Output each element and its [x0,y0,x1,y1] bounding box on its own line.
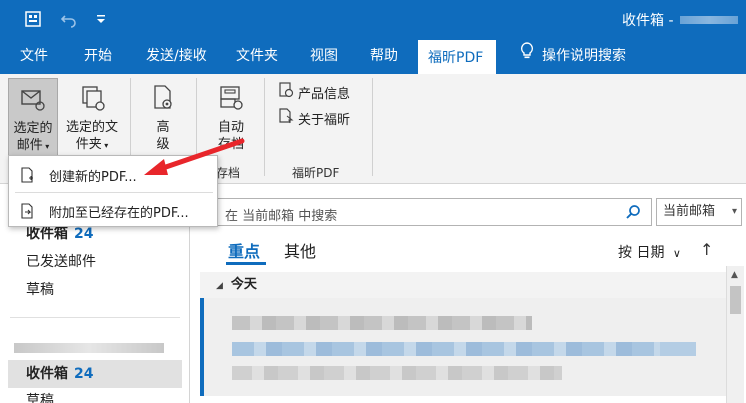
lightbulb-icon [520,38,534,74]
undo-icon[interactable] [58,8,80,30]
sort-direction-arrow-icon[interactable]: ↑ [700,240,713,259]
product-info-button[interactable]: 产品信息 [278,82,350,102]
sort-by-date[interactable]: 按 日期 ∨ [618,242,681,262]
tab-help[interactable]: 帮助 [360,38,408,74]
sender-redacted [232,316,532,330]
chevron-down-icon: ▾ [42,142,50,151]
tell-me-label: 操作说明搜索 [542,48,626,64]
tell-me-search[interactable]: 操作说明搜索 [510,38,636,74]
folder-drafts-favorite[interactable]: 草稿 [26,279,54,299]
tab-foxit-pdf[interactable]: 福昕PDF [418,38,496,74]
about-icon [278,108,294,128]
collapse-triangle-icon: ◢ [216,281,223,291]
sort-label: 按 日期 [618,245,665,261]
folder-label: 收件箱 [26,226,68,242]
product-info-icon [278,82,294,102]
account-name-redacted [680,16,738,24]
scroll-up-icon[interactable]: ▲ [731,270,738,280]
annotation-arrow [144,138,245,175]
folder-pdf-icon [60,84,124,117]
tab-folder[interactable]: 文件夹 [226,38,288,74]
time-redacted [660,342,696,356]
selected-mail-button[interactable]: 选定的 邮件 ▾ [8,78,58,158]
chevron-down-icon: ▾ [101,141,109,150]
tab-send-receive[interactable]: 发送/接收 [136,38,217,74]
search-scope-value: 当前邮箱 [663,204,716,219]
append-document-icon [19,203,35,219]
search-icon[interactable] [625,204,641,224]
message-list-scrollbar[interactable]: ▲ [726,266,744,403]
account-header-redacted[interactable] [14,343,164,353]
folder-label: 已发送邮件 [26,254,96,270]
customize-toolbar-icon[interactable] [90,8,112,30]
folder-label: 草稿 [26,282,54,298]
document-gear-icon [140,84,186,117]
about-label: 关于福昕 [298,112,351,128]
chevron-down-icon: ▾ [731,206,737,217]
subject-redacted [232,342,672,356]
ribbon-tabs: 文件 开始 发送/接收 文件夹 视图 帮助 福昕PDF 操作说明搜索 [0,38,746,74]
menu-item-label: 创建新的PDF... [49,169,137,185]
unread-count: 24 [74,226,94,242]
menu-item-label: 附加至已经存在的PDF... [49,205,189,221]
chevron-down-icon: ∨ [672,247,681,260]
about-foxit-button[interactable]: 关于福昕 [278,108,350,128]
scrollbar-thumb[interactable] [730,286,741,314]
folder-inbox-account[interactable]: 收件箱 24 [26,363,93,383]
menu-item-append-pdf[interactable]: 附加至已经存在的PDF... [9,194,217,228]
folder-sent[interactable]: 已发送邮件 [26,251,96,271]
tab-other[interactable]: 其他 [284,238,316,262]
archive-gear-icon [206,84,256,117]
new-document-icon [19,167,35,183]
folder-drafts-account[interactable]: 草稿 [26,390,54,403]
mail-pdf-icon [9,85,57,118]
active-tab-indicator [226,262,266,265]
app-menu-icon[interactable] [22,8,44,30]
product-info-label: 产品信息 [298,86,351,102]
unread-count: 24 [74,366,94,382]
group-header-today[interactable]: ◢ 今天 [200,272,726,298]
tab-focused[interactable]: 重点 [228,238,260,262]
folder-label: 收件箱 [26,366,68,382]
tab-view[interactable]: 视图 [300,38,348,74]
title-bar: 收件箱 - [0,0,746,38]
ribbon-separator [264,78,265,176]
menu-separator [15,192,213,193]
folder-label: 草稿 [26,393,54,403]
pane-separator [10,317,180,318]
window-title: 收件箱 - [622,13,674,29]
group-label: 今天 [230,277,257,292]
search-placeholder: 在 当前邮箱 中搜索 [225,209,338,224]
preview-redacted [232,366,562,380]
message-item[interactable] [200,298,726,396]
search-box[interactable]: 在 当前邮箱 中搜索 [212,198,652,226]
ribbon-separator [372,78,373,176]
tab-file[interactable]: 文件 [10,38,58,74]
selected-folder-label: 选定的文 件夹 [65,120,118,152]
foxit-group-label: 福昕PDF [292,166,340,180]
search-scope-select[interactable]: 当前邮箱 ▾ [656,198,742,226]
selected-folder-button[interactable]: 选定的文 件夹 ▾ [60,78,124,158]
tab-home[interactable]: 开始 [74,38,122,74]
